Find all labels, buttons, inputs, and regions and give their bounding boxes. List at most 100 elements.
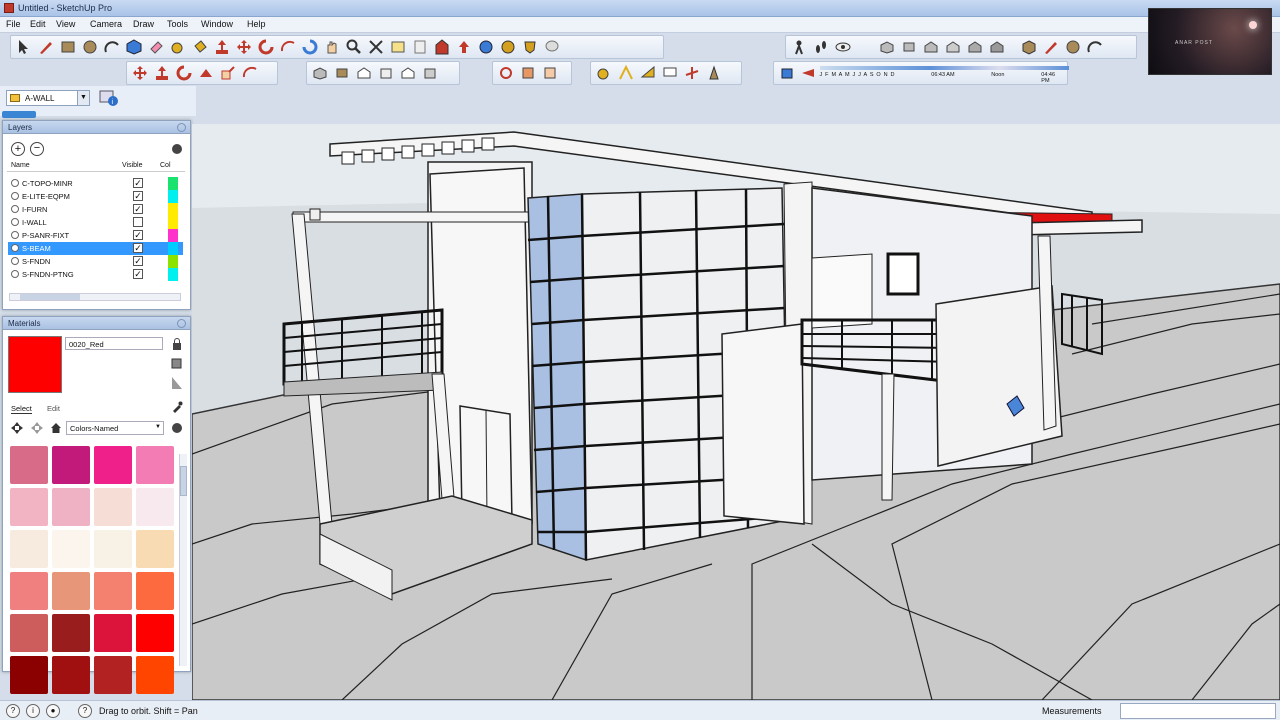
layer-manager-button[interactable]: i xyxy=(98,88,120,108)
vertical-scrollbar[interactable] xyxy=(179,454,187,666)
tab-select[interactable]: Select xyxy=(11,404,32,414)
visible-checkbox[interactable]: ✓ xyxy=(133,256,143,266)
previous-view-button[interactable] xyxy=(388,37,408,57)
col-color-header[interactable]: Col xyxy=(160,162,171,169)
iso-button[interactable] xyxy=(310,63,330,83)
material-name-field[interactable]: 0020_Red xyxy=(65,337,163,350)
credits-icon[interactable]: i xyxy=(26,704,40,718)
material-swatch[interactable] xyxy=(52,614,90,652)
current-material-preview[interactable] xyxy=(8,336,62,393)
zoom-tool-button[interactable] xyxy=(344,37,364,57)
shadow-settings-button[interactable] xyxy=(777,63,796,83)
layer-row-selected[interactable]: S-BEAM ✓ xyxy=(8,242,183,255)
zoom-extents-button[interactable] xyxy=(366,37,386,57)
visible-checkbox[interactable] xyxy=(133,217,143,227)
text-button[interactable] xyxy=(660,63,680,83)
layer-color-swatch[interactable] xyxy=(168,177,178,190)
active-layer-radio[interactable] xyxy=(11,257,19,265)
axes-button[interactable] xyxy=(682,63,702,83)
menu-edit[interactable]: Edit xyxy=(30,19,46,29)
geo-location-button[interactable] xyxy=(476,37,496,57)
line-tool-button[interactable] xyxy=(36,37,56,57)
layer-row[interactable]: E-LITE-EQPM ✓ xyxy=(8,190,183,203)
active-layer-radio[interactable] xyxy=(11,179,19,187)
material-swatch[interactable] xyxy=(136,614,174,652)
material-swatch[interactable] xyxy=(10,446,48,484)
warehouse-button[interactable] xyxy=(432,37,452,57)
protractor-button[interactable] xyxy=(638,63,658,83)
left-button[interactable] xyxy=(420,63,440,83)
menu-tools[interactable]: Tools xyxy=(167,19,188,29)
footprints-button[interactable] xyxy=(811,37,831,57)
dimension-button[interactable] xyxy=(616,63,636,83)
layer-color-swatch[interactable] xyxy=(168,242,178,255)
pushpull-button[interactable] xyxy=(152,63,172,83)
menu-help[interactable]: Help xyxy=(247,19,266,29)
xray-style-button[interactable] xyxy=(1019,37,1039,57)
top-button[interactable] xyxy=(332,63,352,83)
select-tool-button[interactable] xyxy=(14,37,34,57)
measurements-input[interactable] xyxy=(1120,703,1276,719)
close-icon[interactable] xyxy=(177,123,186,132)
active-layer-radio[interactable] xyxy=(11,244,19,252)
paint-bucket-button[interactable] xyxy=(190,37,210,57)
time-slider[interactable]: 06:43 AM Noon 04:46 PM xyxy=(929,64,1070,84)
person-tool-button[interactable] xyxy=(789,37,809,57)
active-layer-radio[interactable] xyxy=(11,205,19,213)
move-tool-button[interactable] xyxy=(234,37,254,57)
layer-color-swatch[interactable] xyxy=(168,190,178,203)
model-viewport[interactable] xyxy=(192,124,1280,700)
push-pull-button[interactable] xyxy=(212,37,232,57)
orbit-tool-button[interactable] xyxy=(300,37,320,57)
rotate-tool-button[interactable] xyxy=(256,37,276,57)
material-swatch[interactable] xyxy=(10,530,48,568)
top-view-button[interactable] xyxy=(899,37,919,57)
layer-color-swatch[interactable] xyxy=(168,255,178,268)
material-swatch[interactable] xyxy=(94,572,132,610)
help-icon[interactable]: ? xyxy=(78,704,92,718)
arc-tool-button[interactable] xyxy=(102,37,122,57)
material-swatch[interactable] xyxy=(94,530,132,568)
material-swatch[interactable] xyxy=(52,530,90,568)
pan-tool-button[interactable] xyxy=(322,37,342,57)
layer-dropdown[interactable]: A-WALL ▼ xyxy=(6,90,90,106)
right-view-button[interactable] xyxy=(943,37,963,57)
share-model-button[interactable] xyxy=(454,37,474,57)
active-layer-radio[interactable] xyxy=(11,192,19,200)
material-swatch[interactable] xyxy=(136,572,174,610)
make-component-button[interactable] xyxy=(124,37,144,57)
scroll-thumb[interactable] xyxy=(180,466,187,496)
active-layer-radio[interactable] xyxy=(11,270,19,278)
rectangle-tool-button[interactable] xyxy=(58,37,78,57)
material-swatch[interactable] xyxy=(94,656,132,694)
circle-style-button[interactable] xyxy=(1063,37,1083,57)
user-icon[interactable]: ● xyxy=(46,704,60,718)
offset-button[interactable] xyxy=(240,63,260,83)
sample-paint-button[interactable] xyxy=(171,376,183,390)
offset-tool-button[interactable] xyxy=(278,37,298,57)
right-button[interactable] xyxy=(376,63,396,83)
create-material-button[interactable] xyxy=(171,356,183,370)
layer-row[interactable]: S-FNDN ✓ xyxy=(8,255,183,268)
add-layer-button[interactable]: + xyxy=(11,142,25,156)
visible-checkbox[interactable]: ✓ xyxy=(133,191,143,201)
tape-measure-button[interactable] xyxy=(168,37,188,57)
horizontal-scrollbar[interactable] xyxy=(9,293,181,301)
material-swatch[interactable] xyxy=(52,656,90,694)
styles-button[interactable] xyxy=(520,37,540,57)
layer-row[interactable]: I-FURN ✓ xyxy=(8,203,183,216)
display-shadows-button[interactable] xyxy=(798,63,817,83)
in-model-button[interactable] xyxy=(50,422,62,434)
material-swatch[interactable] xyxy=(10,488,48,526)
tab-edit[interactable]: Edit xyxy=(47,404,60,413)
layer-color-swatch[interactable] xyxy=(168,229,178,242)
material-swatch[interactable] xyxy=(136,656,174,694)
next-view-button[interactable] xyxy=(410,37,430,57)
messages-button[interactable] xyxy=(542,37,562,57)
active-layer-radio[interactable] xyxy=(11,231,19,239)
layer-color-swatch[interactable] xyxy=(168,268,178,281)
col-name-header[interactable]: Name xyxy=(11,162,30,169)
geolocation-icon[interactable]: ? xyxy=(6,704,20,718)
layer-row[interactable]: S-FNDN-PTNG ✓ xyxy=(8,268,183,281)
eye-tool-button[interactable] xyxy=(833,37,853,57)
